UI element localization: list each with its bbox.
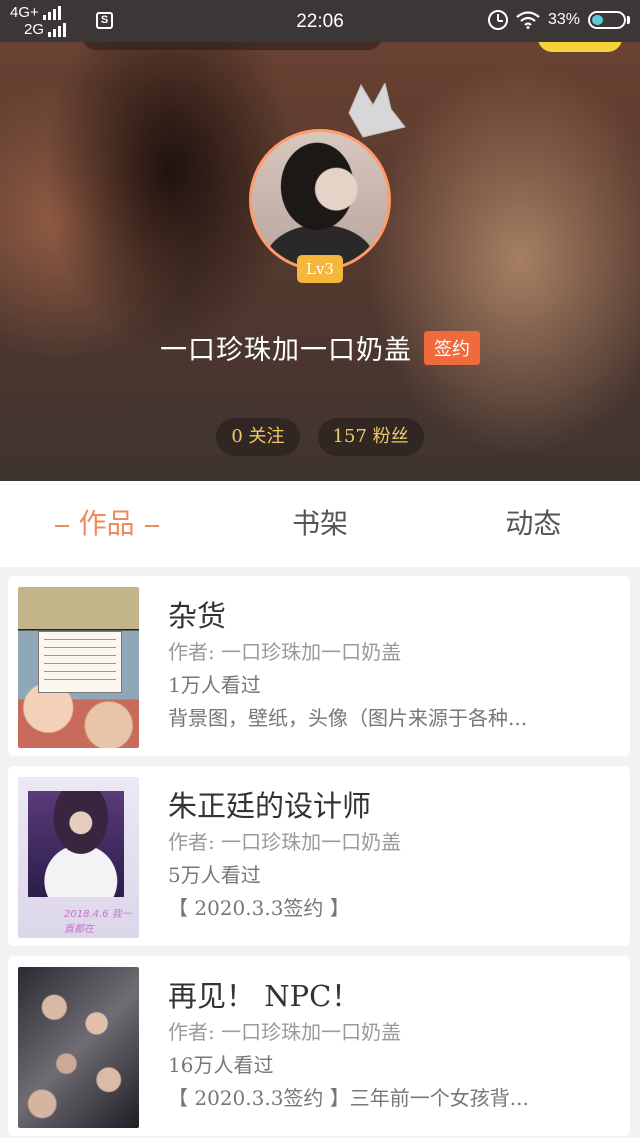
status-bar: 4G+ 2G S 22:06 33%	[0, 0, 640, 42]
stats-row: 0 关注 157 粉丝	[0, 418, 640, 456]
tab-label: 作品	[78, 507, 135, 540]
book-card[interactable]: 再见！ NPC！ 作者: 一口珍珠加一口奶盖 16万人看过 【 2020.3.3…	[8, 956, 630, 1136]
battery-percent: 33%	[547, 11, 580, 28]
cover-caption: 2018.4.6 我一直都在	[64, 909, 132, 935]
tab-bookshelf[interactable]: 书架	[213, 481, 426, 567]
book-description: 背景图，壁纸，头像（图片来源于各种...	[168, 706, 528, 730]
profile-header: Lv3 一口珍珠加一口奶盖 签约 0 关注 157 粉丝	[0, 0, 640, 481]
tab-indicator-left	[54, 524, 69, 527]
tab-label: 动态	[505, 507, 562, 540]
cover-note-decoration	[38, 631, 122, 693]
book-author: 作者: 一口珍珠加一口奶盖	[168, 830, 402, 854]
following-count[interactable]: 0 关注	[216, 418, 300, 456]
book-title: 朱正廷的设计师	[168, 789, 372, 823]
sign-badge: 签约	[424, 330, 480, 365]
book-views: 16万人看过	[168, 1053, 274, 1077]
book-title: 杂货	[168, 599, 227, 633]
battery-icon	[588, 11, 626, 29]
book-views: 5万人看过	[168, 863, 261, 887]
book-cover[interactable]: 2018.4.6 我一直都在	[18, 777, 139, 938]
level-badge: Lv3	[297, 255, 343, 283]
alarm-icon	[487, 10, 508, 30]
book-views: 1万人看过	[168, 673, 261, 697]
cover-photo	[28, 791, 124, 897]
followers-count[interactable]: 157 粉丝	[317, 418, 424, 456]
crown-icon	[348, 83, 406, 138]
book-list: 杂货 作者: 一口珍珠加一口奶盖 1万人看过 背景图，壁纸，头像（图片来源于各种…	[8, 576, 630, 1138]
book-info: 朱正廷的设计师 作者: 一口珍珠加一口奶盖 5万人看过 【 2020.3.3签约…	[168, 786, 614, 925]
tab-bar: 作品 书架 动态	[0, 481, 640, 567]
avatar-container[interactable]: Lv3	[249, 83, 406, 283]
book-description: 【 2020.3.3签约 】	[168, 896, 350, 920]
book-info: 杂货 作者: 一口珍珠加一口奶盖 1万人看过 背景图，壁纸，头像（图片来源于各种…	[168, 596, 614, 735]
book-info: 再见！ NPC！ 作者: 一口珍珠加一口奶盖 16万人看过 【 2020.3.3…	[168, 976, 614, 1115]
name-row: 一口珍珠加一口奶盖 签约	[0, 328, 640, 367]
book-description: 【 2020.3.3签约 】三年前一个女孩背...	[168, 1086, 529, 1110]
tab-works[interactable]: 作品	[0, 481, 213, 567]
tab-indicator-right	[144, 524, 159, 527]
status-right: 33%	[487, 10, 630, 30]
book-title: 再见！ NPC！	[168, 979, 361, 1013]
book-card[interactable]: 2018.4.6 我一直都在 朱正廷的设计师 作者: 一口珍珠加一口奶盖 5万人…	[8, 766, 630, 946]
battery-tip	[627, 16, 630, 24]
book-card[interactable]: 杂货 作者: 一口珍珠加一口奶盖 1万人看过 背景图，壁纸，头像（图片来源于各种…	[8, 576, 630, 756]
username: 一口珍珠加一口奶盖	[160, 335, 412, 366]
tab-activity[interactable]: 动态	[427, 481, 640, 567]
book-author: 作者: 一口珍珠加一口奶盖	[168, 1020, 402, 1044]
wifi-icon	[516, 11, 540, 29]
tab-label: 书架	[291, 507, 348, 540]
book-cover[interactable]	[18, 587, 139, 748]
book-author: 作者: 一口珍珠加一口奶盖	[168, 640, 402, 664]
book-cover[interactable]	[18, 967, 139, 1128]
